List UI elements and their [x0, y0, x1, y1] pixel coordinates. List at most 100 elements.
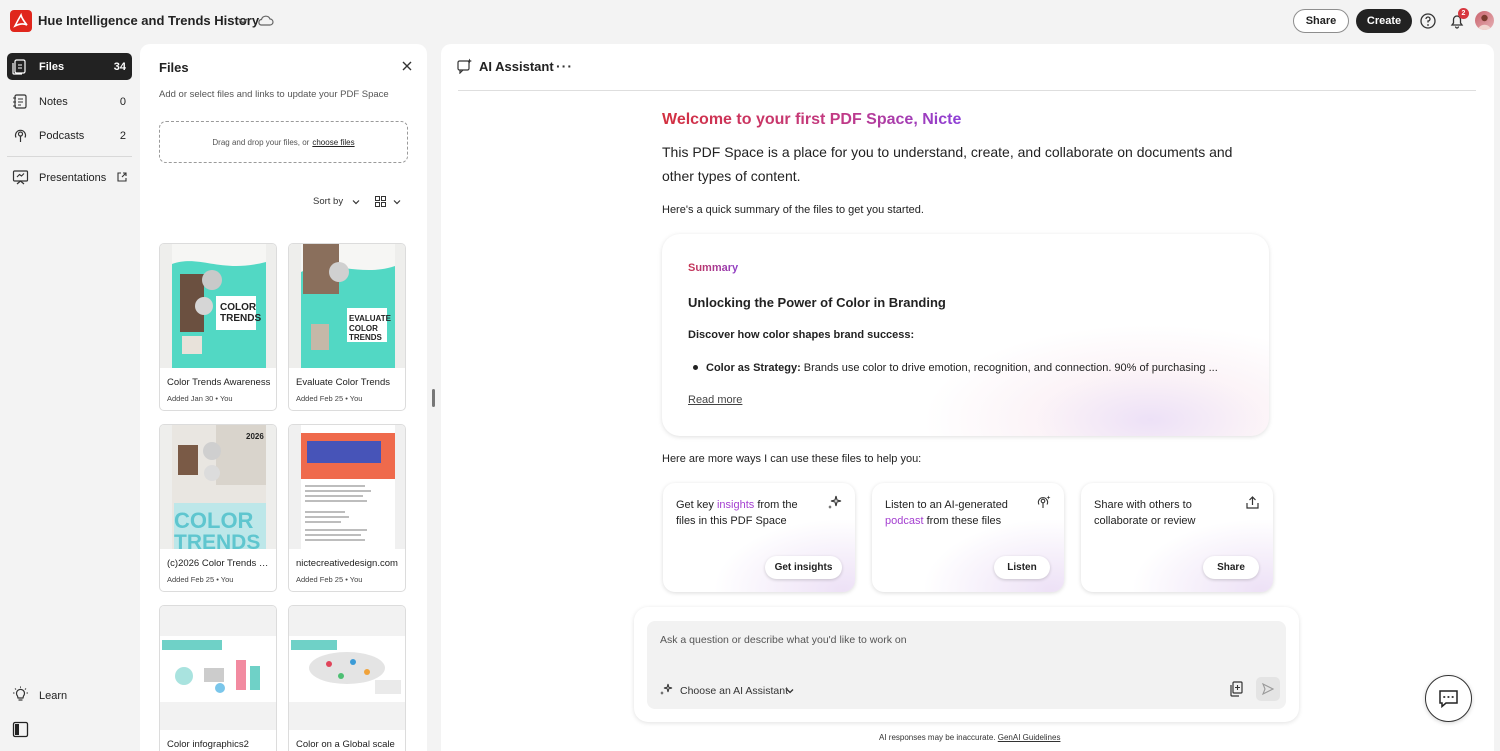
file-thumbnail: [289, 425, 405, 549]
read-more-link[interactable]: Read more: [688, 394, 742, 406]
dropzone-text: Drag and drop your files, or: [212, 137, 310, 147]
file-dropzone[interactable]: Drag and drop your files, or choose file…: [159, 121, 408, 163]
file-card[interactable]: COLOR TRENDS Color Trends Awareness Adde…: [159, 243, 277, 411]
summary-subheading: Discover how color shapes brand success:: [688, 329, 915, 341]
bullet-dot: [693, 364, 698, 370]
document-title[interactable]: Hue Intelligence and Trends History: [38, 13, 259, 28]
chevron-down-icon[interactable]: [785, 686, 795, 696]
file-thumbnail: [160, 606, 276, 730]
svg-text:COLOR: COLOR: [174, 508, 254, 533]
card-text-accent: podcast: [885, 515, 924, 527]
presentations-icon: [12, 170, 29, 185]
file-card[interactable]: EVALUATE COLOR TRENDS Evaluate Color Tre…: [288, 243, 406, 411]
grid-view-icon[interactable]: [375, 196, 386, 207]
svg-text:COLOR: COLOR: [220, 302, 257, 313]
file-card[interactable]: nictecreativedesign.com Added Feb 25 • Y…: [288, 424, 406, 592]
prompt-box: Choose an AI Assistant: [634, 607, 1299, 722]
close-icon[interactable]: [401, 60, 413, 72]
listen-card[interactable]: Listen to an AI-generated podcast from t…: [872, 483, 1064, 592]
more-options-button[interactable]: ···: [556, 58, 573, 74]
nav-item-presentations[interactable]: Presentations: [7, 164, 132, 191]
ai-assistant-icon: [457, 58, 472, 74]
bullet-title: Color as Strategy:: [706, 362, 801, 374]
chevron-down-icon[interactable]: [236, 14, 250, 28]
prompt-inner: Choose an AI Assistant: [647, 621, 1286, 709]
sparkle-icon[interactable]: [659, 683, 673, 697]
summary-glow: [922, 324, 1269, 436]
notification-badge: 2: [1458, 8, 1469, 19]
choose-files-link[interactable]: choose files: [312, 138, 354, 147]
svg-text:COLOR: COLOR: [349, 324, 378, 333]
cloud-icon: [258, 15, 274, 26]
podcast-sparkle-icon: [1037, 495, 1051, 508]
nav-label: Presentations: [39, 172, 107, 184]
assistant-select[interactable]: Choose an AI Assistant: [680, 685, 788, 697]
create-button[interactable]: Create: [1356, 9, 1412, 33]
chat-feedback-button[interactable]: [1425, 675, 1472, 722]
file-meta: Added Feb 25 • You: [296, 394, 363, 403]
chevron-down-icon[interactable]: [351, 197, 361, 207]
chat-icon: [1439, 690, 1458, 709]
sparkle-icon: [828, 495, 842, 509]
card-text-post: from these files: [923, 515, 1002, 527]
svg-text:EVALUATE: EVALUATE: [349, 314, 392, 323]
card-text: Listen to an AI-generated podcast from t…: [885, 497, 1025, 529]
nav-count: 34: [113, 61, 126, 73]
get-insights-card[interactable]: Get key insights from the files in this …: [663, 483, 855, 592]
genai-guidelines-link[interactable]: GenAI Guidelines: [998, 733, 1061, 742]
svg-text:TRENDS: TRENDS: [349, 333, 383, 342]
share-card[interactable]: Share with others to collaborate or revi…: [1081, 483, 1273, 592]
share-button[interactable]: Share: [1293, 9, 1349, 33]
ai-disclaimer: AI responses may be inaccurate. GenAI Gu…: [879, 733, 1060, 742]
card-text-pre: Get key: [676, 499, 717, 511]
intro-text: This PDF Space is a place for you to und…: [662, 144, 1233, 184]
files-icon: [12, 59, 26, 75]
listen-button[interactable]: Listen: [994, 556, 1050, 579]
summary-heading: Unlocking the Power of Color in Branding: [688, 295, 946, 310]
file-card[interactable]: Color on a Global scale: [288, 605, 406, 751]
file-name: Evaluate Color Trends: [296, 377, 390, 388]
top-bar: Hue Intelligence and Trends History Shar…: [0, 0, 1500, 42]
files-panel-subtitle: Add or select files and links to update …: [159, 89, 389, 100]
summary-bullet: Color as Strategy: Brands use color to d…: [693, 362, 1238, 374]
get-insights-button[interactable]: Get insights: [765, 556, 842, 579]
panel-resize-handle[interactable]: [432, 389, 435, 407]
svg-text:TRENDS: TRENDS: [174, 531, 260, 549]
prompt-input[interactable]: [660, 630, 1220, 650]
share-files-button[interactable]: Share: [1203, 556, 1259, 579]
external-link-icon: [117, 172, 127, 182]
send-button[interactable]: [1256, 677, 1280, 701]
card-text-accent: insights: [716, 499, 755, 511]
card-text-pre: Share with others to collaborate or revi…: [1094, 499, 1196, 527]
sort-by-button[interactable]: Sort by: [313, 196, 343, 207]
nav-label: Notes: [39, 96, 68, 108]
quick-summary-text: Here's a quick summary of the files to g…: [662, 204, 924, 216]
avatar[interactable]: [1475, 11, 1494, 30]
nav-item-files[interactable]: Files 34: [7, 53, 132, 80]
chevron-down-icon[interactable]: [392, 197, 402, 207]
nav-item-notes[interactable]: Notes 0: [7, 88, 132, 115]
welcome-heading: Welcome to your first PDF Space, Nicte: [662, 111, 962, 128]
card-text-pre: Listen to an AI-generated: [885, 499, 1008, 511]
nav-count: 2: [119, 130, 126, 142]
file-name: Color Trends Awareness: [167, 377, 271, 388]
nav-count: 0: [119, 96, 126, 108]
attach-file-icon[interactable]: [1229, 681, 1244, 697]
file-card[interactable]: Color infographics2: [159, 605, 277, 751]
files-panel-title: Files: [159, 60, 189, 75]
svg-text:2026: 2026: [246, 432, 264, 441]
file-name: Color on a Global scale: [296, 739, 395, 750]
ai-assistant-panel: AI Assistant ··· Welcome to your first P…: [441, 44, 1494, 751]
acrobat-logo-icon[interactable]: [10, 10, 32, 32]
file-card[interactable]: 2026 COLOR TRENDS (c)2026 Color Trends G…: [159, 424, 277, 592]
file-meta: Added Feb 25 • You: [296, 575, 363, 584]
help-icon[interactable]: [1419, 12, 1437, 30]
file-thumbnail: [289, 606, 405, 730]
sidebar-toggle-icon[interactable]: [12, 721, 29, 738]
file-thumbnail: 2026 COLOR TRENDS: [160, 425, 276, 549]
nav-item-podcasts[interactable]: Podcasts 2: [7, 122, 132, 149]
card-text: Get key insights from the files in this …: [676, 497, 816, 529]
podcasts-icon: [14, 129, 27, 142]
disclaimer-text: AI responses may be inaccurate.: [879, 733, 996, 742]
file-thumbnail: COLOR TRENDS: [160, 244, 276, 368]
